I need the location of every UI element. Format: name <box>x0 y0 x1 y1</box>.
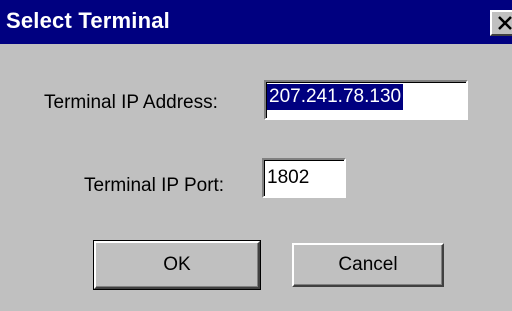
ip-address-selection[interactable]: 207.241.78.130 <box>267 84 404 110</box>
ok-button[interactable]: OK <box>93 240 261 290</box>
cancel-button[interactable]: Cancel <box>292 243 444 287</box>
close-button[interactable] <box>490 10 512 36</box>
ip-address-label: Terminal IP Address: <box>44 92 218 113</box>
ip-port-label: Terminal IP Port: <box>84 175 225 196</box>
title-bar[interactable]: Select Terminal <box>0 0 512 44</box>
close-x-icon <box>498 16 512 30</box>
ip-port-input[interactable] <box>262 158 346 198</box>
select-terminal-dialog: Select Terminal Terminal IP Address: 207… <box>0 0 512 311</box>
window-title: Select Terminal <box>6 8 170 33</box>
